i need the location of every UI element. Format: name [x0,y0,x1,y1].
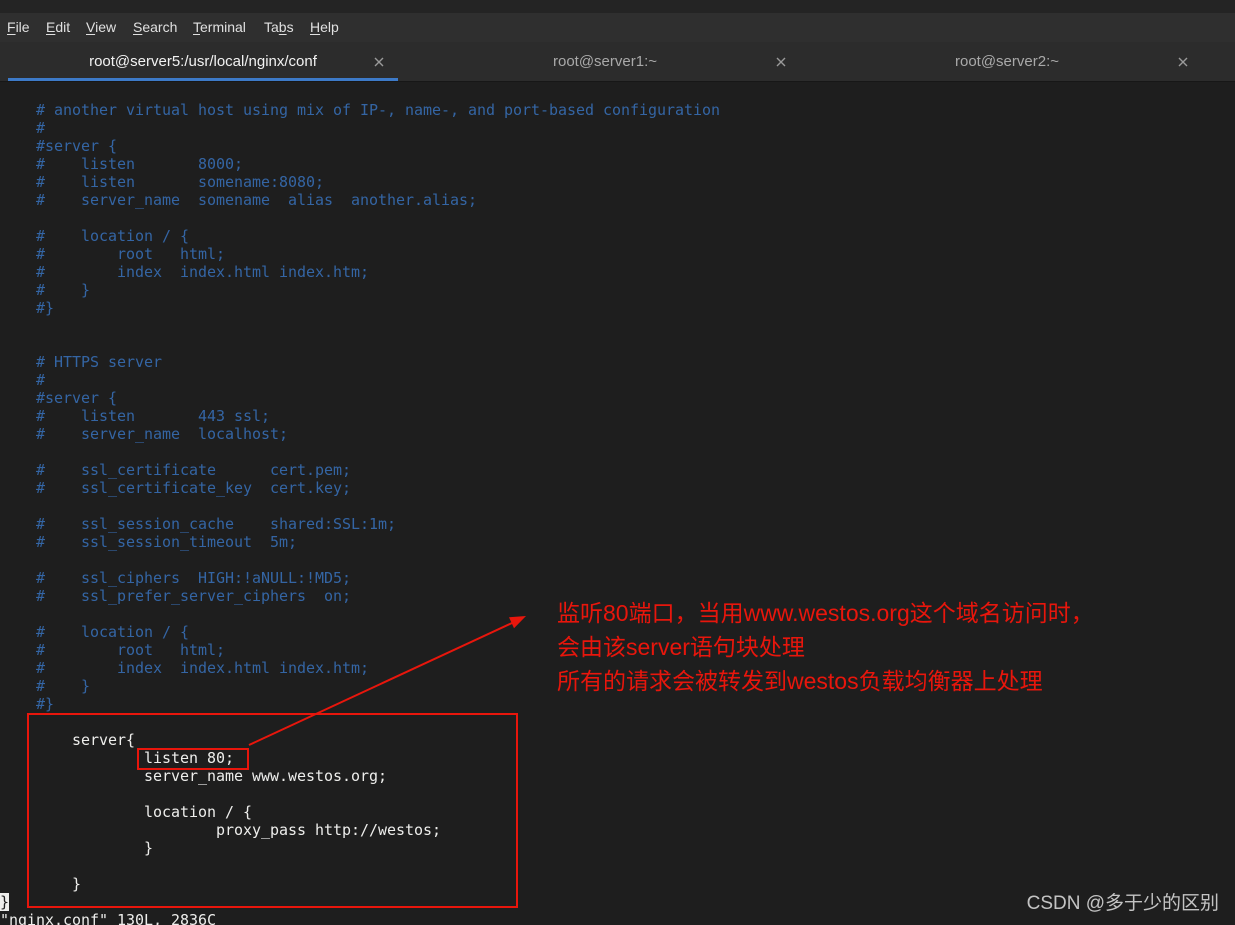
terminal-line: # ssl_session_cache shared:SSL:1m; [0,515,397,533]
terminal-line: # ssl_certificate cert.pem; [0,461,352,479]
terminal-view[interactable]: # another virtual host using mix of IP-,… [0,82,1235,925]
terminal-line: # root html; [0,245,226,263]
terminal-line: # HTTPS server [0,353,163,371]
menu-bar: File Edit View Search Terminal Tabs Help [0,13,1235,42]
terminal-line: #} [0,299,55,317]
terminal-line: # another virtual host using mix of IP-,… [0,101,721,119]
tab-label: root@server2:~ [954,53,1060,70]
watermark: CSDN @多于少的区别 [1026,893,1219,914]
terminal-cursor: } [0,893,10,911]
tab-close-button[interactable] [374,57,384,67]
menu-search[interactable]: Search [133,13,177,42]
annotation-note: 监听80端口，当用www.westos.org这个域名访问时， 会由该serve… [557,596,1227,698]
terminal-line: # ssl_session_timeout 5m; [0,533,298,551]
terminal-line: proxy_pass http://westos; [0,821,442,839]
tab-server2[interactable]: root@server2:~ [808,42,1206,81]
terminal-line: # server_name localhost; [0,425,289,443]
menu-tabs[interactable]: Tabs [264,13,294,42]
terminal-line: # index index.html index.htm; [0,263,370,281]
close-icon [776,57,786,67]
menu-file[interactable]: File [7,13,30,42]
active-tab-indicator [8,78,398,81]
terminal-line: server{ [0,731,136,749]
terminal-line: # ssl_ciphers HIGH:!aNULL:!MD5; [0,569,352,587]
terminal-line: location / { [0,803,253,821]
close-icon [374,57,384,67]
menu-edit[interactable]: Edit [46,13,70,42]
active-tab-indicator [410,78,800,81]
terminal-line: } [0,839,154,857]
terminal-line: # server_name somename alias another.ali… [0,191,478,209]
terminal-buffer: # another virtual host using mix of IP-,… [0,82,1235,925]
terminal-line: # location / { [0,227,190,245]
terminal-line: # [0,119,46,137]
menu-help[interactable]: Help [310,13,339,42]
terminal-line: server_name www.westos.org; [0,767,388,785]
menu-terminal[interactable]: Terminal [193,13,246,42]
tab-server5[interactable]: root@server5:/usr/local/nginx/conf [4,42,402,81]
menu-view[interactable]: View [86,13,116,42]
terminal-line: # listen somename:8080; [0,173,325,191]
tab-bar: root@server5:/usr/local/nginx/conf root@… [0,42,1235,82]
tab-server1[interactable]: root@server1:~ [406,42,804,81]
terminal-line: # listen 8000; [0,155,244,173]
tab-label: root@server5:/usr/local/nginx/conf [89,53,317,70]
terminal-line: # } [0,281,91,299]
terminal-line: #server { [0,389,118,407]
tab-close-button[interactable] [1178,57,1188,67]
active-tab-indicator [812,78,1202,81]
window-titlebar [0,0,1235,13]
tab-label: root@server1:~ [552,53,658,70]
terminal-line: listen 80; [0,749,235,767]
terminal-line: # listen 443 ssl; [0,407,271,425]
terminal-line: # [0,371,46,389]
tab-close-button[interactable] [776,57,786,67]
annotation-line: 所有的请求会被转发到westos负载均衡器上处理 [557,668,1043,694]
terminal-line: #server { [0,137,118,155]
annotation-line: 会由该server语句块处理 [557,634,805,660]
terminal-line: # ssl_certificate_key cert.key; [0,479,352,497]
annotation-line: 监听80端口，当用www.westos.org这个域名访问时， [557,600,1094,626]
terminal-line: } [0,875,82,893]
close-icon [1178,57,1188,67]
